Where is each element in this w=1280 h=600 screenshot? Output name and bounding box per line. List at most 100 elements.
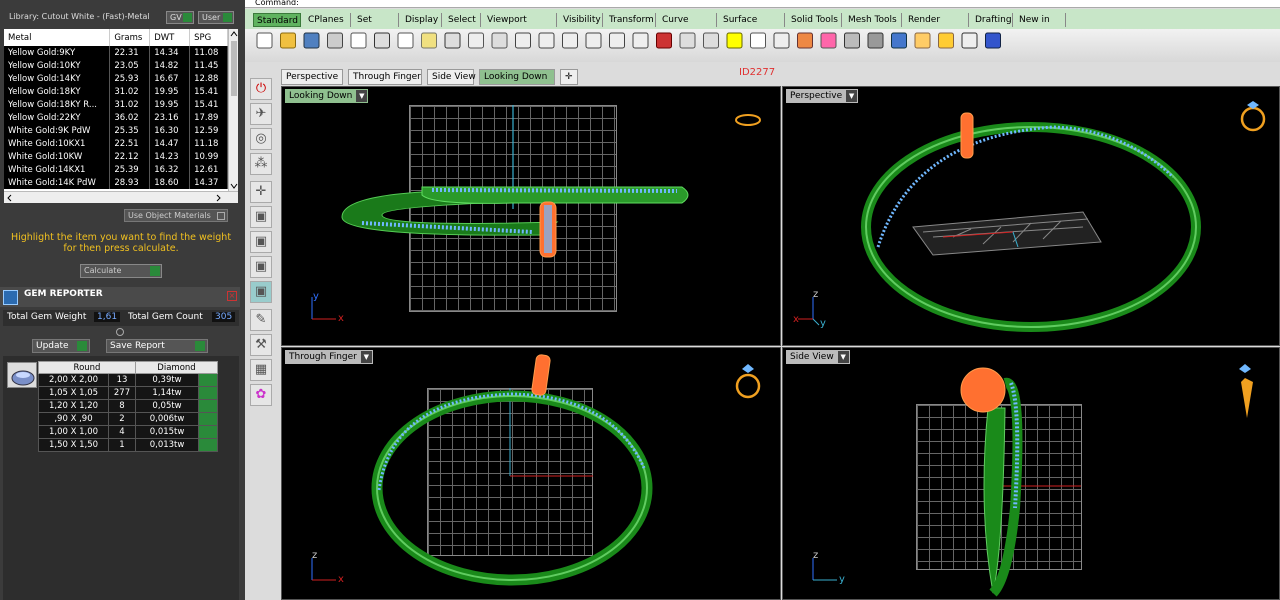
viewport-tab-looking-down[interactable]: Looking Down [479, 69, 555, 85]
viewport-perspective[interactable]: z x y Perspective ▼ [782, 86, 1280, 346]
grams-header[interactable]: Grams [109, 29, 151, 46]
user-dropdown[interactable]: User [198, 11, 234, 24]
layer-icon[interactable] [797, 32, 813, 49]
metal-table[interactable]: Metal Grams DWT SPG Yellow Gold:9KY 22.31… [4, 29, 238, 191]
table-row[interactable]: Yellow Gold:18KY R... 31.02 19.95 15.41 [4, 98, 228, 111]
render-sphere-icon[interactable] [844, 32, 860, 49]
viewport-label-looking-down[interactable]: Looking Down ▼ [285, 89, 369, 103]
brush-icon[interactable]: ✎ [250, 309, 272, 331]
tab-drafting[interactable]: Drafting [972, 13, 1013, 27]
print-icon[interactable] [327, 32, 343, 49]
viewport-tab-through-finger[interactable]: Through Finger [348, 69, 422, 85]
gem-row[interactable]: ,90 X ,90 2 0,006tw [38, 412, 218, 426]
box-top-icon[interactable]: ▣ [250, 256, 272, 278]
network-icon[interactable]: ⁂ [250, 153, 272, 175]
undo-icon[interactable] [444, 32, 461, 49]
select-gem-button[interactable] [198, 412, 218, 426]
copy-icon[interactable] [350, 32, 367, 49]
shaded-sphere-icon[interactable] [867, 32, 884, 49]
update-button[interactable]: Update [32, 339, 90, 353]
viewport-through-finger[interactable]: z x Through Finger ▼ [281, 347, 781, 600]
table-row[interactable]: White Gold:14KX1 25.39 16.32 12.61 [4, 163, 228, 176]
gv-dropdown[interactable]: GV [166, 11, 194, 24]
grid-icon[interactable] [632, 32, 649, 49]
point-icon[interactable] [703, 32, 719, 49]
viewport-tab-perspective[interactable]: Perspective [281, 69, 343, 85]
calculate-button[interactable]: Calculate [80, 264, 162, 278]
color-wheel-icon[interactable] [820, 32, 837, 49]
select-gem-button[interactable] [198, 399, 218, 413]
chevron-down-icon[interactable]: ▼ [360, 351, 372, 363]
tab-new-in-v5[interactable]: New in V5 [1016, 13, 1066, 39]
table-row[interactable]: White Gold:10KW 22.12 14.23 10.99 [4, 150, 228, 163]
tab-standard[interactable]: Standard [253, 13, 301, 27]
tab-curve-tools[interactable]: Curve Tools [659, 13, 717, 39]
car-icon[interactable] [656, 32, 672, 49]
metal-header[interactable]: Metal [4, 29, 111, 46]
table-row[interactable]: White Gold:10KX1 22.51 14.47 11.18 [4, 137, 228, 150]
box-front-icon[interactable]: ▣ [250, 206, 272, 228]
gem-row[interactable]: 2,00 X 2,00 13 0,39tw [38, 373, 218, 387]
sphere-icon[interactable]: ◎ [250, 128, 272, 150]
viewport-label-side-view[interactable]: Side View ▼ [786, 350, 850, 364]
rotate-view-icon[interactable] [609, 32, 625, 49]
move-icon[interactable] [491, 32, 508, 49]
gem-row[interactable]: 1,05 X 1,05 277 1,14tw [38, 386, 218, 400]
tab-viewport-layout[interactable]: Viewport Layout [484, 13, 557, 39]
command-line[interactable]: Command: [245, 0, 1280, 8]
gem-row[interactable]: 1,00 X 1,00 4 0,015tw [38, 425, 218, 439]
tab-solid-tools[interactable]: Solid Tools [788, 13, 842, 27]
save-report-button[interactable]: Save Report [106, 339, 208, 353]
power-icon[interactable]: ⏻ [250, 78, 272, 100]
tab-display[interactable]: Display [402, 13, 442, 27]
select-points-icon[interactable] [726, 32, 743, 49]
select-gem-button[interactable] [198, 438, 218, 452]
material-sphere-icon[interactable] [891, 32, 907, 49]
viewport-label-perspective[interactable]: Perspective ▼ [786, 89, 859, 103]
gem-row[interactable]: 1,20 X 1,20 8 0,05tw [38, 399, 218, 413]
viewport-tab-side-view[interactable]: Side View [427, 69, 476, 85]
table-row[interactable]: Yellow Gold:9KY 22.31 14.34 11.08 [4, 46, 228, 59]
open-icon[interactable] [280, 32, 296, 49]
axis-icon[interactable]: ✛ [250, 181, 272, 203]
box-side-icon[interactable]: ▣ [250, 231, 272, 253]
camera-icon[interactable] [679, 32, 696, 49]
table-row[interactable]: Yellow Gold:14KY 25.93 16.67 12.88 [4, 72, 228, 85]
table-row[interactable]: Yellow Gold:22KY 36.02 23.16 17.89 [4, 111, 228, 124]
dwt-header[interactable]: DWT [149, 29, 191, 46]
table-row[interactable]: Yellow Gold:18KY 31.02 19.95 15.41 [4, 85, 228, 98]
box-perspective-icon[interactable]: ▣ [250, 281, 272, 303]
viewport-label-through-finger[interactable]: Through Finger ▼ [285, 350, 373, 364]
chevron-down-icon[interactable]: ▼ [846, 90, 858, 102]
light-icon[interactable] [750, 32, 766, 49]
splitter-handle[interactable] [116, 328, 124, 336]
metal-table-hscrollbar[interactable] [4, 191, 238, 203]
settings-icon[interactable] [938, 32, 954, 49]
zoom-icon[interactable] [515, 32, 531, 49]
gear-icon[interactable]: ✿ [250, 384, 272, 406]
tab-select[interactable]: Select [445, 13, 481, 27]
table-row[interactable]: Yellow Gold:10KY 23.05 14.82 11.45 [4, 59, 228, 72]
viewport-looking-down[interactable]: y x Looking Down ▼ [281, 86, 781, 346]
pan-icon[interactable] [468, 32, 484, 49]
paste-icon[interactable] [397, 32, 414, 49]
tab-visibility[interactable]: Visibility [560, 13, 603, 27]
save-icon[interactable] [303, 32, 320, 49]
tab-surface-tools[interactable]: Surface Tools [720, 13, 785, 39]
tab-render-tools[interactable]: Render Tools [905, 13, 969, 39]
tool-icon[interactable]: ⚒ [250, 334, 272, 356]
viewport-side-view[interactable]: z y Side View ▼ [782, 347, 1280, 600]
tab-mesh-tools[interactable]: Mesh Tools [845, 13, 902, 27]
gem-row[interactable]: 1,50 X 1,50 1 0,013tw [38, 438, 218, 452]
spg-header[interactable]: SPG [189, 29, 228, 46]
frame-icon[interactable]: ▦ [250, 359, 272, 381]
zoom-selected-icon[interactable] [585, 32, 602, 49]
select-gem-button[interactable] [198, 425, 218, 439]
transform-icon[interactable] [961, 32, 978, 49]
select-gem-button[interactable] [198, 373, 218, 387]
table-row[interactable]: White Gold:9K PdW 25.35 16.30 12.59 [4, 124, 228, 137]
tab-cplanes[interactable]: CPlanes [305, 13, 351, 27]
close-icon[interactable]: × [227, 291, 237, 301]
pointer-icon[interactable]: ✈ [250, 103, 272, 125]
tab-set-view[interactable]: Set View [354, 13, 399, 39]
